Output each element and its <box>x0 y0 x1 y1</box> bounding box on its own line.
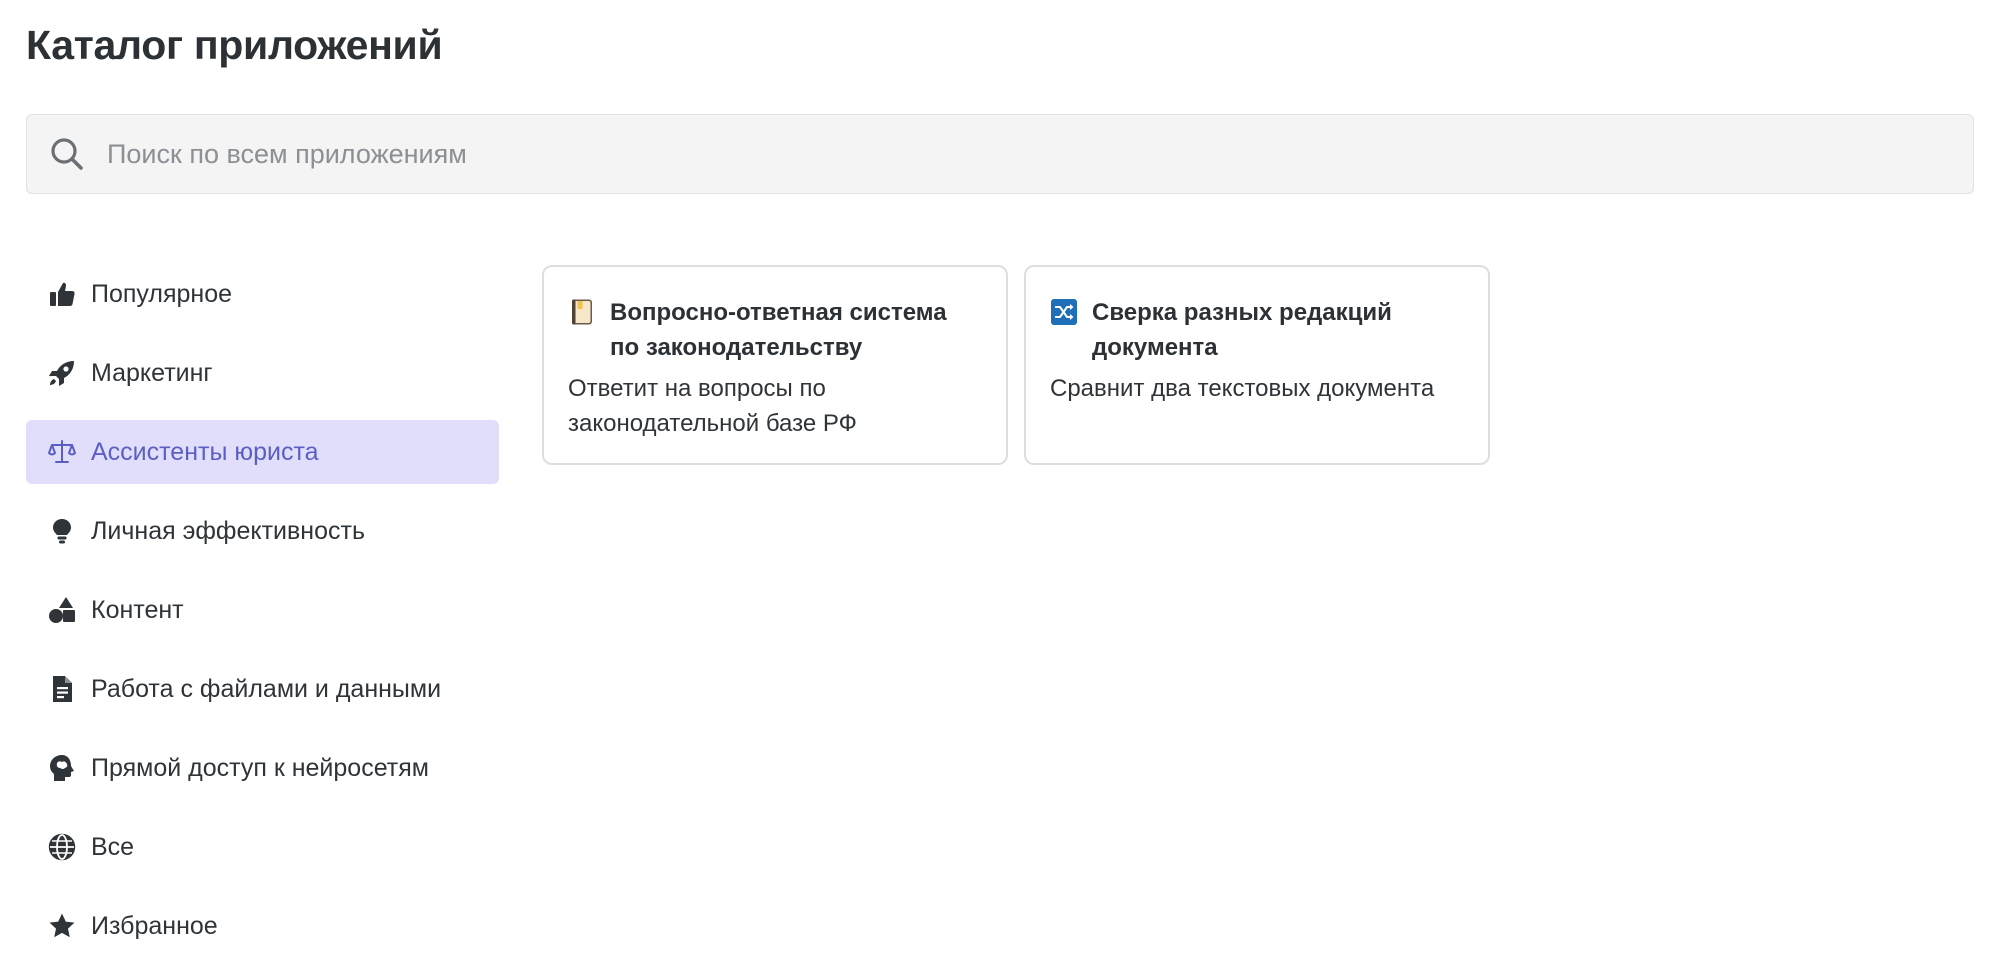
search-bar[interactable] <box>26 114 1974 194</box>
sidebar-item-popular[interactable]: Популярное <box>26 262 499 326</box>
sidebar-item-neural-access[interactable]: Прямой доступ к нейросетям <box>26 736 499 800</box>
sidebar-item-label: Популярное <box>91 279 233 308</box>
card-title: Вопросно-ответная система по законодател… <box>610 299 947 361</box>
sidebar-item-favorites[interactable]: Избранное <box>26 894 499 958</box>
thumbs-up-icon <box>47 279 77 309</box>
sidebar-item-label: Прямой доступ к нейросетям <box>91 753 429 782</box>
page-title: Каталог приложений <box>26 22 443 68</box>
app-cards-grid: Вопросно-ответная система по законодател… <box>542 265 1490 465</box>
app-card-legal-qa[interactable]: Вопросно-ответная система по законодател… <box>542 265 1008 465</box>
rocket-icon <box>47 358 77 388</box>
card-title: Сверка разных редакций документа <box>1092 299 1392 361</box>
sidebar-item-label: Все <box>91 832 135 861</box>
file-lines-icon <box>47 674 77 704</box>
card-description: Сравнит два текстовых документа <box>1050 375 1435 402</box>
card-header: Вопросно-ответная система по законодател… <box>568 295 982 365</box>
sidebar-item-legal-assistants[interactable]: Ассистенты юриста <box>26 420 499 484</box>
sidebar-item-content[interactable]: Контент <box>26 578 499 642</box>
app-catalog-page: Каталог приложений Популярное <box>0 0 1998 979</box>
sidebar-item-label: Контент <box>91 595 184 624</box>
book-emoji-icon <box>568 298 596 326</box>
search-icon <box>47 134 87 174</box>
sidebar-item-personal-efficiency[interactable]: Личная эффективность <box>26 499 499 563</box>
card-header: Сверка разных редакций документа <box>1050 295 1464 365</box>
shapes-icon <box>47 595 77 625</box>
sidebar-item-marketing[interactable]: Маркетинг <box>26 341 499 405</box>
scales-icon <box>47 437 77 467</box>
lightbulb-icon <box>47 516 77 546</box>
star-icon <box>47 911 77 941</box>
app-card-document-compare[interactable]: Сверка разных редакций документа Сравнит… <box>1024 265 1490 465</box>
sidebar-item-label: Избранное <box>91 911 218 940</box>
sidebar-item-label: Ассистенты юриста <box>91 437 319 466</box>
shuffle-emoji-icon <box>1050 298 1078 326</box>
brain-head-icon <box>47 753 77 783</box>
search-input[interactable] <box>105 137 1809 171</box>
card-description: Ответит на вопросы по законодательной ба… <box>568 375 857 437</box>
sidebar-item-label: Маркетинг <box>91 358 213 387</box>
sidebar-item-label: Личная эффективность <box>91 516 365 545</box>
sidebar-item-files-data[interactable]: Работа с файлами и данными <box>26 657 499 721</box>
sidebar-item-all[interactable]: Все <box>26 815 499 879</box>
category-sidebar: Популярное Маркетинг Ассистенты юриста Л… <box>26 262 499 973</box>
globe-icon <box>47 832 77 862</box>
sidebar-item-label: Работа с файлами и данными <box>91 674 442 703</box>
